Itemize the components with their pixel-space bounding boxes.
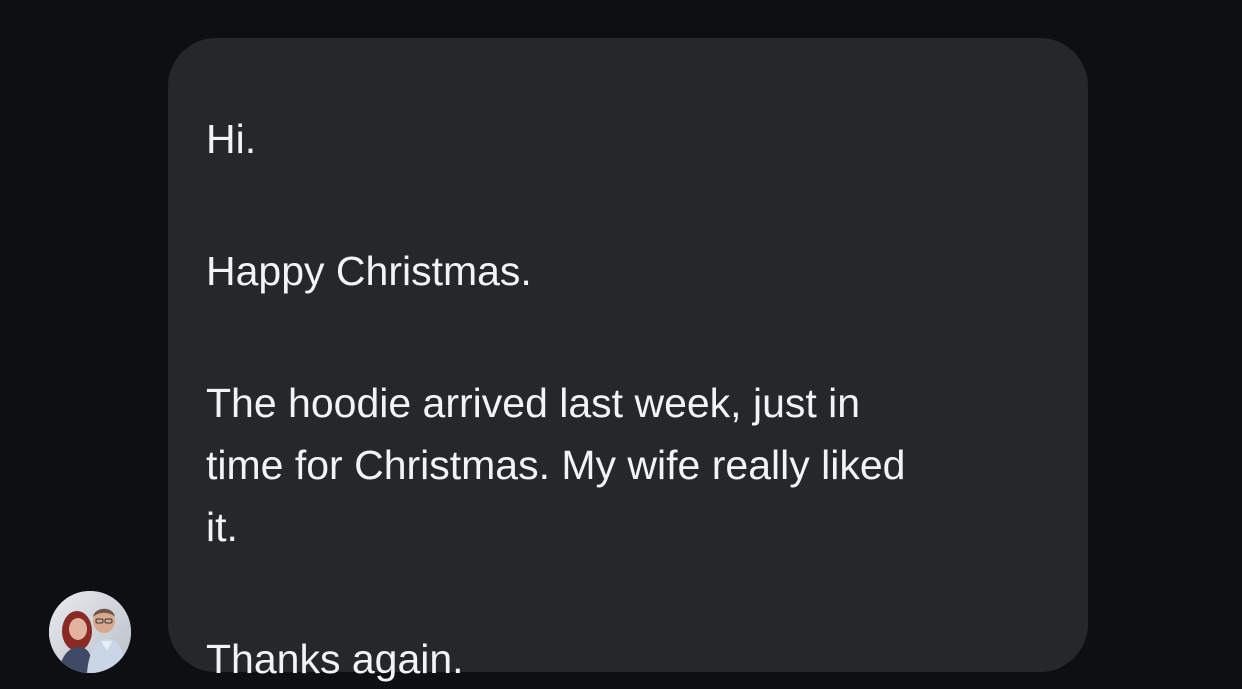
message-line: The hoodie arrived last week, just in xyxy=(206,380,861,426)
chat-screen: Hi. Happy Christmas. The hoodie arrived … xyxy=(0,0,1242,689)
message-line: time for Christmas. My wife really liked xyxy=(206,442,906,488)
profile-photo-icon xyxy=(49,591,131,673)
message-paragraph-thanks: Thanks again. xyxy=(206,628,1040,689)
message-line: Hi. xyxy=(206,116,257,162)
message-line: it. xyxy=(206,504,238,550)
message-paragraph-hoodie: The hoodie arrived last week, just in ti… xyxy=(206,372,1040,558)
sender-avatar[interactable] xyxy=(49,591,131,673)
message-line: Thanks again. xyxy=(206,636,464,682)
message-paragraph-christmas: Happy Christmas. xyxy=(206,240,1040,302)
message-paragraph-greeting: Hi. xyxy=(206,108,1040,170)
message-bubble[interactable]: Hi. Happy Christmas. The hoodie arrived … xyxy=(168,38,1088,682)
message-line: Happy Christmas. xyxy=(206,248,532,294)
